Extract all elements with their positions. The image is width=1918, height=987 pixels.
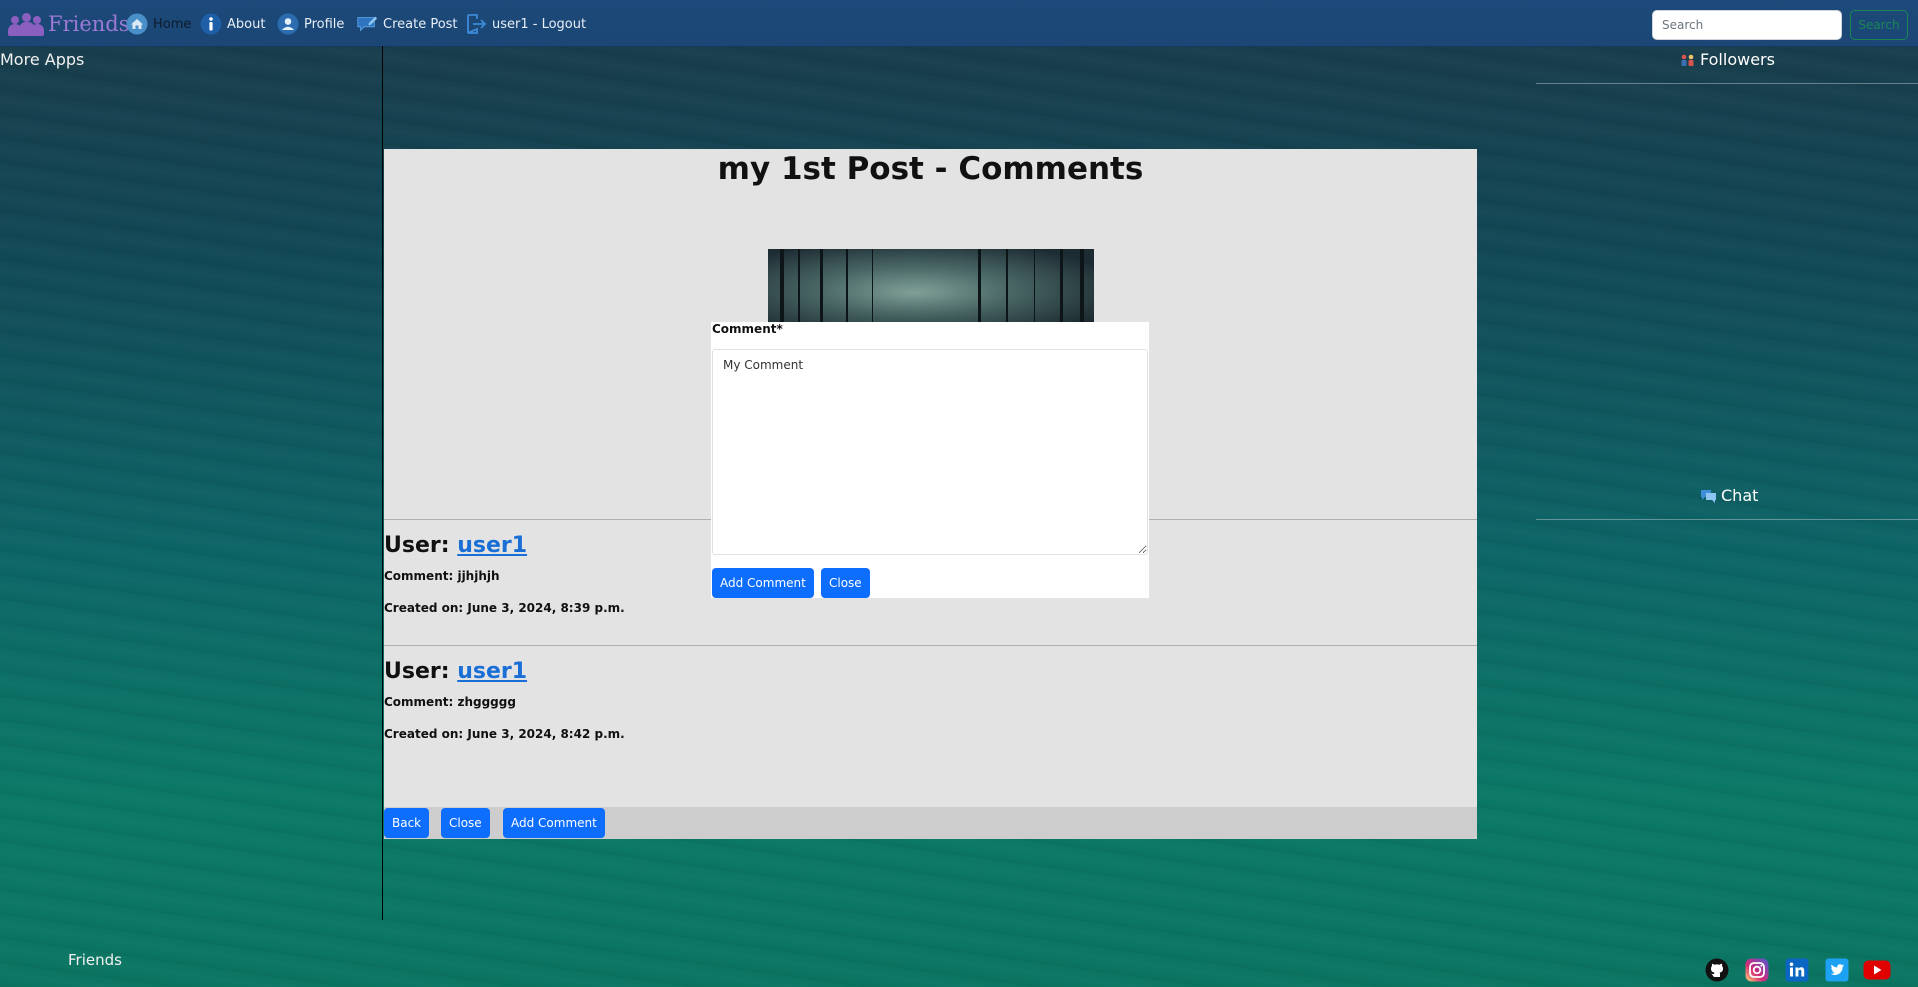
more-apps-title: More Apps bbox=[0, 50, 85, 69]
comment-divider bbox=[384, 645, 1477, 646]
search-input[interactable] bbox=[1652, 10, 1842, 40]
chat-divider bbox=[1536, 519, 1918, 520]
nav-logout[interactable]: user1 - Logout bbox=[465, 12, 586, 36]
nav-home[interactable]: Home bbox=[126, 12, 191, 36]
home-icon bbox=[126, 13, 148, 35]
chat-label: Chat bbox=[1721, 486, 1759, 505]
chat-icon bbox=[1700, 488, 1717, 503]
nav-create-post[interactable]: Create Post bbox=[356, 12, 458, 36]
nav-about[interactable]: About bbox=[200, 12, 265, 36]
followers-icon bbox=[1680, 53, 1696, 67]
nav-profile[interactable]: Profile bbox=[277, 12, 344, 36]
logout-icon bbox=[465, 13, 487, 35]
instagram-icon[interactable] bbox=[1743, 956, 1771, 984]
brand[interactable]: Friends bbox=[8, 10, 130, 38]
comment-text: Comment: jjhjhjh bbox=[384, 569, 500, 583]
comment-user-link[interactable]: user1 bbox=[457, 659, 527, 684]
chat-title[interactable]: Chat bbox=[1700, 486, 1758, 505]
comment-modal: Comment* My Comment Add Comment Close bbox=[711, 322, 1149, 598]
comment-label: Comment* bbox=[712, 322, 783, 336]
page-title: my 1st Post - Comments bbox=[717, 151, 1144, 187]
sidebar-divider bbox=[382, 46, 383, 920]
search-button[interactable]: Search bbox=[1850, 10, 1908, 40]
footer-brand: Friends bbox=[68, 951, 122, 969]
nav-create-post-label: Create Post bbox=[383, 16, 458, 32]
nav-about-label: About bbox=[227, 16, 266, 32]
friends-logo-icon bbox=[8, 12, 44, 36]
profile-icon bbox=[277, 13, 299, 35]
followers-divider bbox=[1536, 83, 1918, 84]
comment-date: Created on: June 3, 2024, 8:42 p.m. bbox=[384, 727, 625, 741]
post-image bbox=[768, 249, 1094, 322]
comment-text: Comment: zhggggg bbox=[384, 695, 516, 709]
comment-user: User: user1 bbox=[384, 659, 528, 684]
youtube-icon[interactable] bbox=[1863, 956, 1891, 984]
close-button[interactable]: Close bbox=[441, 808, 490, 838]
nav-home-label: Home bbox=[153, 16, 192, 32]
comment-user: User: user1 bbox=[384, 533, 528, 558]
brand-name: Friends bbox=[48, 12, 130, 36]
modal-close-button[interactable]: Close bbox=[821, 568, 870, 598]
add-comment-button[interactable]: Add Comment bbox=[503, 808, 605, 838]
comment-date: Created on: June 3, 2024, 8:39 p.m. bbox=[384, 601, 625, 615]
info-icon bbox=[200, 13, 222, 35]
modal-add-comment-button[interactable]: Add Comment bbox=[712, 568, 814, 598]
create-post-icon bbox=[356, 13, 378, 35]
comment-user-link[interactable]: user1 bbox=[457, 533, 527, 558]
nav-logout-label: user1 - Logout bbox=[492, 16, 587, 32]
twitter-icon[interactable] bbox=[1823, 956, 1851, 984]
comment-textarea[interactable]: My Comment bbox=[712, 349, 1148, 555]
back-button[interactable]: Back bbox=[384, 808, 430, 838]
card-footer: Back Close Add Comment bbox=[384, 807, 1477, 839]
followers-label: Followers bbox=[1700, 50, 1775, 69]
navbar: Friends Home About Profile Create Post u… bbox=[0, 0, 1918, 47]
nav-profile-label: Profile bbox=[304, 16, 345, 32]
followers-title: Followers bbox=[1680, 50, 1775, 69]
linkedin-icon[interactable] bbox=[1783, 956, 1811, 984]
github-icon[interactable] bbox=[1703, 956, 1731, 984]
